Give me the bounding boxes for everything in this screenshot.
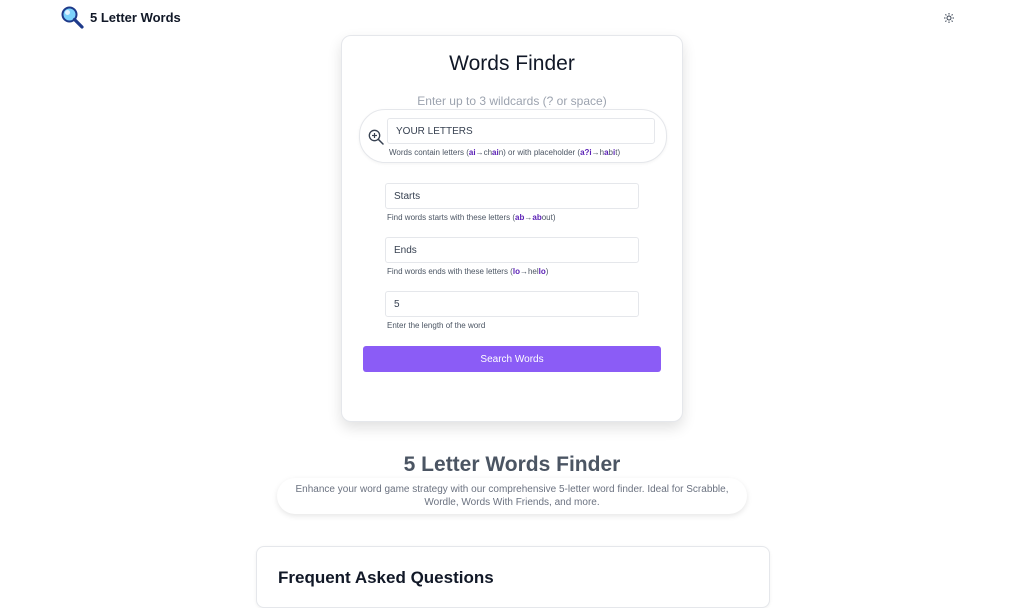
theme-toggle-button[interactable] xyxy=(941,10,957,26)
ends-input[interactable] xyxy=(385,237,639,263)
letters-search-box: Words contain letters (ai→chain) or with… xyxy=(359,109,667,163)
faq-section: Frequent Asked Questions xyxy=(256,546,770,608)
site-logo[interactable]: 5 Letter Words xyxy=(60,5,181,29)
site-title: 5 Letter Words xyxy=(90,9,181,25)
hero-description: Enhance your word game strategy with our… xyxy=(295,484,729,508)
hero-description-box: Enhance your word game strategy with our… xyxy=(277,478,747,514)
ends-help-text: Find words ends with these letters (lo→h… xyxy=(387,267,549,276)
zoom-in-icon xyxy=(368,129,384,145)
length-input[interactable] xyxy=(385,291,639,317)
letters-input[interactable] xyxy=(387,118,655,144)
words-finder-card: Words Finder Enter up to 3 wildcards (? … xyxy=(341,35,683,422)
hero-title: 5 Letter Words Finder xyxy=(403,453,621,476)
wildcard-hint: Enter up to 3 wildcards (? or space) xyxy=(417,94,607,108)
finder-title: Words Finder xyxy=(449,52,575,75)
letters-help-text: Words contain letters (ai→chain) or with… xyxy=(389,148,621,157)
magnifier-icon xyxy=(61,6,84,29)
starts-help-text: Find words starts with these letters (ab… xyxy=(387,213,556,222)
sun-icon xyxy=(944,13,954,23)
length-help-text: Enter the length of the word xyxy=(387,321,486,330)
starts-input[interactable] xyxy=(385,183,639,209)
faq-title: Frequent Asked Questions xyxy=(278,568,494,587)
top-bar: 5 Letter Words xyxy=(0,0,1024,36)
search-words-button[interactable]: Search Words xyxy=(363,346,661,372)
